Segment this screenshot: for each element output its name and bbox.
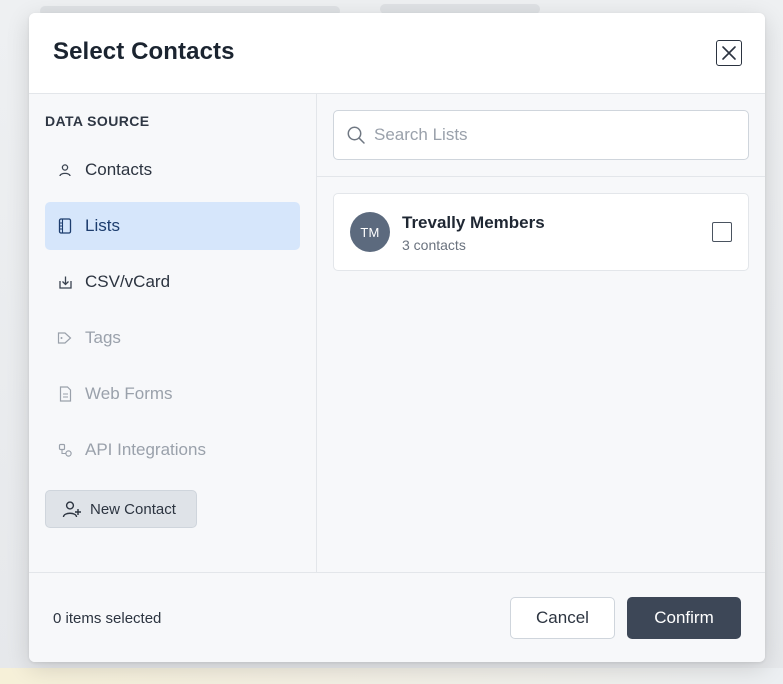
list-name: Trevally Members — [402, 213, 545, 232]
search-box[interactable] — [333, 110, 749, 160]
new-contact-label: New Contact — [90, 500, 176, 518]
sidebar-item-label: CSV/vCard — [85, 272, 171, 291]
search-icon — [346, 125, 366, 145]
sidebar-item-label: Web Forms — [85, 384, 173, 403]
tag-icon — [57, 330, 73, 346]
selected-count: 0 items selected — [53, 610, 162, 627]
person-icon — [57, 162, 73, 178]
modal-title: Select Contacts — [53, 38, 235, 65]
integration-icon — [57, 442, 73, 458]
sidebar-item-label: Tags — [85, 328, 121, 347]
list-item[interactable]: TM Trevally Members 3 contacts — [333, 193, 749, 271]
section-label: DATA SOURCE — [45, 113, 150, 129]
search-input[interactable] — [374, 125, 734, 145]
sidebar-item-label: Lists — [85, 216, 120, 235]
sidebar-item-web-forms[interactable]: Web Forms — [45, 370, 300, 418]
avatar: TM — [350, 212, 390, 252]
sidebar-item-tags[interactable]: Tags — [45, 314, 300, 362]
close-icon — [722, 46, 736, 60]
modal-footer: 0 items selected Cancel Confirm — [29, 572, 765, 662]
lists-panel: TM Trevally Members 3 contacts — [317, 94, 765, 572]
list-select-checkbox[interactable] — [712, 222, 732, 242]
new-contact-button[interactable]: New Contact — [45, 490, 197, 528]
list-contact-count: 3 contacts — [402, 237, 466, 253]
data-source-sidebar: DATA SOURCE Contacts Lists CSV/vCard Tag… — [29, 94, 317, 572]
sidebar-item-api-integrations[interactable]: API Integrations — [45, 426, 300, 474]
list-icon — [57, 218, 73, 234]
confirm-button[interactable]: Confirm — [627, 597, 741, 639]
cancel-button[interactable]: Cancel — [510, 597, 615, 639]
modal-header: Select Contacts — [29, 13, 765, 94]
sidebar-item-lists[interactable]: Lists — [45, 202, 300, 250]
search-bar — [317, 94, 765, 177]
document-icon — [57, 386, 73, 402]
close-button[interactable] — [716, 40, 742, 66]
import-icon — [57, 274, 73, 290]
sidebar-item-label: API Integrations — [85, 440, 206, 459]
sidebar-item-contacts[interactable]: Contacts — [45, 146, 300, 194]
add-user-icon — [62, 500, 82, 518]
backdrop-strip — [0, 668, 783, 684]
sidebar-item-csv-vcard[interactable]: CSV/vCard — [45, 258, 300, 306]
sidebar-item-label: Contacts — [85, 160, 153, 179]
select-contacts-modal: Select Contacts DATA SOURCE Contacts Lis… — [29, 13, 765, 662]
